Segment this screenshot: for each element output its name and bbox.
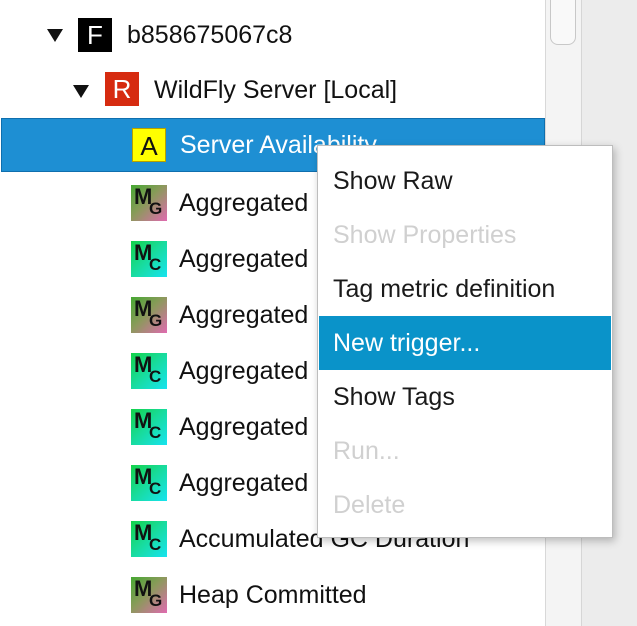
tree-node-feed[interactable]: F b858675067c8 [0,7,545,63]
menu-item-show-properties: Show Properties [333,221,517,249]
availability-badge-icon: A [132,128,166,162]
tree-node-label: b858675067c8 [127,21,293,49]
context-menu: Show Raw Show Properties Tag metric defi… [317,145,613,538]
tree-node-label: Aggregated [179,245,309,273]
menu-item-show-raw[interactable]: Show Raw [319,154,611,208]
gauge-metric-icon: MG [131,185,167,221]
tree-node-label: Aggregated [179,189,309,217]
menu-item-tag-metric-definition[interactable]: Tag metric definition [319,262,611,316]
tree-node-server[interactable]: R WildFly Server [Local] [0,63,545,119]
menu-item-show-tags[interactable]: Show Tags [319,370,611,424]
expand-toggle-icon[interactable] [47,29,63,42]
resource-badge-icon: R [105,72,139,106]
menu-item-delete: Delete [333,491,406,519]
counter-metric-icon: MC [131,353,167,389]
tree-node-metric[interactable]: MG Heap Committed [0,567,545,623]
counter-metric-icon: MC [131,465,167,501]
menu-item-run: Run... [333,437,400,465]
tree-node-label: Aggregated [179,413,309,441]
scrollbar-thumb[interactable] [550,0,576,45]
tree-node-label: Aggregated [179,469,309,497]
expand-toggle-icon[interactable] [73,85,89,98]
tree-node-label: Heap Committed [179,581,367,609]
counter-metric-icon: MC [131,521,167,557]
tree-node-label: WildFly Server [Local] [154,76,398,104]
feed-badge-icon: F [78,18,112,52]
tree-node-label: Aggregated [179,357,309,385]
counter-metric-icon: MC [131,241,167,277]
tree-node-label: Aggregated [179,301,309,329]
gauge-metric-icon: MG [131,297,167,333]
gauge-metric-icon: MG [131,577,167,613]
menu-item-new-trigger[interactable]: New trigger... [319,316,611,370]
counter-metric-icon: MC [131,409,167,445]
